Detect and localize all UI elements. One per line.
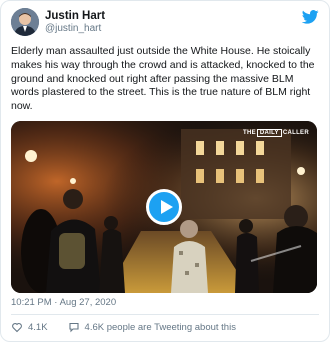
display-name[interactable]: Justin Hart bbox=[45, 9, 105, 23]
tweet-text: Elderly man assaulted just outside the W… bbox=[11, 45, 315, 113]
divider bbox=[11, 314, 319, 315]
tweet-header: Justin Hart @justin_hart bbox=[11, 8, 319, 44]
watermark-daily: DAILY bbox=[256, 129, 282, 137]
user-info[interactable]: Justin Hart @justin_hart bbox=[45, 9, 105, 35]
tweet-actions: 4.1K 4.6K people are Tweeting about this bbox=[11, 320, 236, 334]
twitter-bird-icon[interactable] bbox=[302, 10, 319, 24]
watermark-the: THE bbox=[243, 130, 256, 136]
play-icon[interactable] bbox=[146, 189, 182, 225]
video-player[interactable]: THE DAILY CALLER bbox=[11, 121, 317, 293]
tweet-card: Justin Hart @justin_hart Elderly man ass… bbox=[0, 0, 330, 342]
speech-bubble-icon bbox=[68, 322, 79, 333]
tweet-timestamp[interactable]: 10:21 PM · Aug 27, 2020 bbox=[11, 297, 116, 309]
watermark-caller: CALLER bbox=[282, 130, 309, 136]
like-button[interactable]: 4.1K bbox=[11, 321, 48, 333]
user-handle[interactable]: @justin_hart bbox=[45, 23, 105, 35]
avatar[interactable] bbox=[11, 8, 39, 36]
tweeting-about-label: 4.6K people are Tweeting about this bbox=[84, 321, 236, 333]
heart-icon bbox=[12, 323, 22, 333]
like-count: 4.1K bbox=[28, 321, 48, 333]
video-watermark: THE DAILY CALLER bbox=[243, 129, 309, 137]
tweeting-about-button[interactable]: 4.6K people are Tweeting about this bbox=[68, 321, 236, 333]
